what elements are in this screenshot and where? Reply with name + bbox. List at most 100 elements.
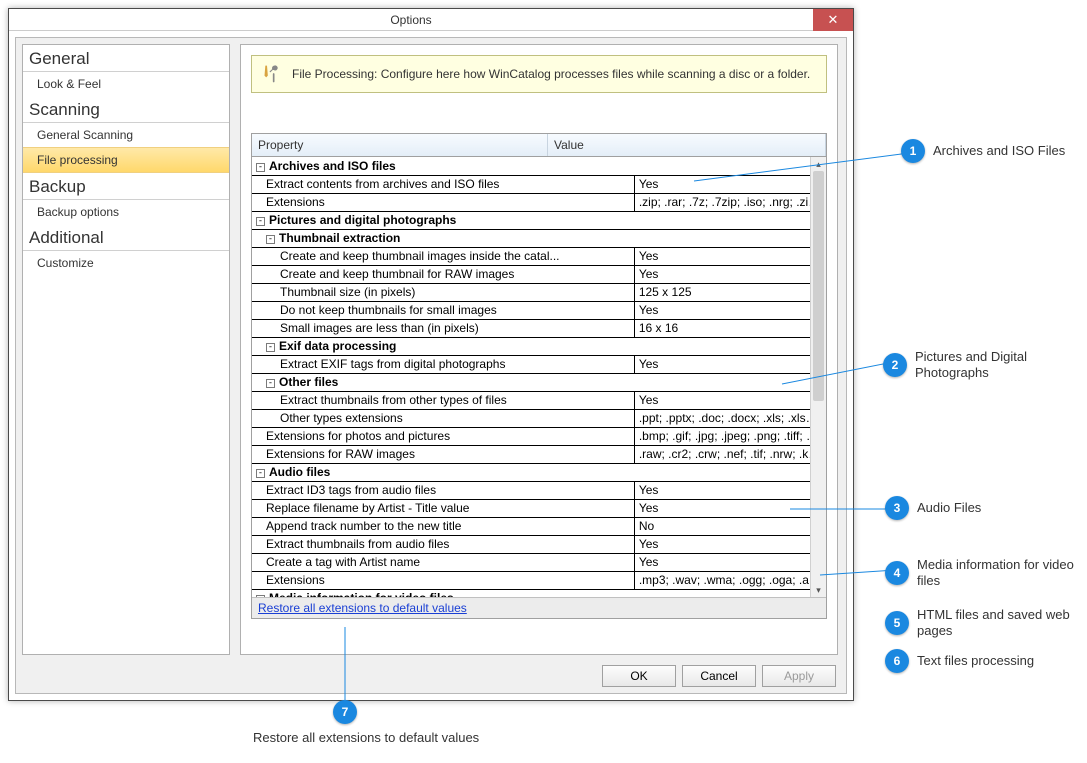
header-property[interactable]: Property <box>252 134 548 156</box>
grid-category-row[interactable]: -Other files <box>252 373 826 391</box>
grid-row[interactable]: Other types extensions.ppt; .pptx; .doc;… <box>252 409 826 427</box>
property-value[interactable]: .bmp; .gif; .jpg; .jpeg; .png; .tiff; .w… <box>634 427 825 445</box>
property-label: Extensions <box>252 571 634 589</box>
nav-sidebar: GeneralLook & FeelScanningGeneral Scanni… <box>22 44 230 655</box>
callout-pill: 6 <box>885 649 909 673</box>
info-text: File Processing: Configure here how WinC… <box>292 67 810 81</box>
callout-text: Text files processing <box>917 653 1034 669</box>
property-value[interactable]: Yes <box>634 175 825 193</box>
grid-row[interactable]: Extract ID3 tags from audio filesYes <box>252 481 826 499</box>
grid-category-row[interactable]: -Thumbnail extraction <box>252 229 826 247</box>
collapse-icon[interactable]: - <box>256 469 265 478</box>
property-label: Other types extensions <box>252 409 634 427</box>
property-value[interactable]: Yes <box>634 301 825 319</box>
header-value[interactable]: Value <box>548 134 826 156</box>
scroll-up-icon[interactable]: ▴ <box>811 157 826 171</box>
grid-category-row[interactable]: -Media information for video files <box>252 589 826 597</box>
scroll-down-icon[interactable]: ▾ <box>811 583 826 597</box>
content-panel: File Processing: Configure here how WinC… <box>240 44 838 655</box>
grid-row[interactable]: Create and keep thumbnail images inside … <box>252 247 826 265</box>
scrollbar[interactable]: ▴ ▾ <box>810 157 826 597</box>
nav-item[interactable]: General Scanning <box>23 123 229 147</box>
callout-text: Archives and ISO Files <box>933 143 1065 159</box>
collapse-icon[interactable]: - <box>266 343 275 352</box>
collapse-icon[interactable]: - <box>266 235 275 244</box>
property-label: Do not keep thumbnails for small images <box>252 301 634 319</box>
property-value[interactable]: .raw; .cr2; .crw; .nef; .tif; .nrw; .kdc… <box>634 445 825 463</box>
nav-item[interactable]: File processing <box>23 147 229 173</box>
grid-row[interactable]: Thumbnail size (in pixels)125 x 125 <box>252 283 826 301</box>
grid-category-row[interactable]: -Pictures and digital photographs <box>252 211 826 229</box>
collapse-icon[interactable]: - <box>256 217 265 226</box>
scroll-thumb[interactable] <box>813 171 824 401</box>
grid-row[interactable]: Extensions for RAW images.raw; .cr2; .cr… <box>252 445 826 463</box>
nav-item[interactable]: Look & Feel <box>23 72 229 96</box>
callout-text: Audio Files <box>917 500 981 516</box>
collapse-icon[interactable]: - <box>256 163 265 172</box>
grid-row[interactable]: Extract thumbnails from audio filesYes <box>252 535 826 553</box>
property-label: Create a tag with Artist name <box>252 553 634 571</box>
grid-row[interactable]: Extensions.mp3; .wav; .wma; .ogg; .oga; … <box>252 571 826 589</box>
grid-table: -Archives and ISO filesExtract contents … <box>252 157 826 597</box>
property-value[interactable]: .ppt; .pptx; .doc; .docx; .xls; .xlsx; .… <box>634 409 825 427</box>
options-dialog: Options ✕ GeneralLook & FeelScanningGene… <box>8 8 854 701</box>
nav-category: Additional <box>23 224 229 251</box>
dialog-buttons: OK Cancel Apply <box>602 665 836 687</box>
ok-button[interactable]: OK <box>602 665 676 687</box>
collapse-icon[interactable]: - <box>256 595 265 597</box>
grid-row[interactable]: Do not keep thumbnails for small imagesY… <box>252 301 826 319</box>
grid-row[interactable]: Extract thumbnails from other types of f… <box>252 391 826 409</box>
callout-6: 6 Text files processing <box>885 649 1034 673</box>
callout-text: Media information for video files <box>917 557 1077 588</box>
tools-icon <box>262 64 282 84</box>
property-value[interactable]: No <box>634 517 825 535</box>
nav-item[interactable]: Backup options <box>23 200 229 224</box>
apply-button[interactable]: Apply <box>762 665 836 687</box>
grid-row[interactable]: Create and keep thumbnail for RAW images… <box>252 265 826 283</box>
grid-category-row[interactable]: -Archives and ISO files <box>252 157 826 175</box>
grid-body: -Archives and ISO filesExtract contents … <box>252 157 826 597</box>
property-value[interactable]: .mp3; .wav; .wma; .ogg; .oga; .asf; .m4a… <box>634 571 825 589</box>
property-label: Create and keep thumbnail for RAW images <box>252 265 634 283</box>
nav-item[interactable]: Customize <box>23 251 229 275</box>
grid-row[interactable]: Extract contents from archives and ISO f… <box>252 175 826 193</box>
property-value[interactable]: Yes <box>634 535 825 553</box>
property-label: Thumbnail size (in pixels) <box>252 283 634 301</box>
grid-row[interactable]: Extract EXIF tags from digital photograp… <box>252 355 826 373</box>
grid-category-row[interactable]: -Exif data processing <box>252 337 826 355</box>
grid-category-row[interactable]: -Audio files <box>252 463 826 481</box>
close-button[interactable]: ✕ <box>813 9 853 31</box>
property-label: Extract contents from archives and ISO f… <box>252 175 634 193</box>
titlebar: Options ✕ <box>9 9 853 31</box>
property-label: Create and keep thumbnail images inside … <box>252 247 634 265</box>
property-value[interactable]: Yes <box>634 481 825 499</box>
property-label: Extract thumbnails from other types of f… <box>252 391 634 409</box>
property-value[interactable]: Yes <box>634 499 825 517</box>
property-value[interactable]: Yes <box>634 391 825 409</box>
property-value[interactable]: .zip; .rar; .7z; .7zip; .iso; .nrg; .zip… <box>634 193 825 211</box>
grid-row[interactable]: Append track number to the new titleNo <box>252 517 826 535</box>
property-value[interactable]: 125 x 125 <box>634 283 825 301</box>
grid-header: Property Value <box>252 134 826 157</box>
property-label: Extract thumbnails from audio files <box>252 535 634 553</box>
cancel-button[interactable]: Cancel <box>682 665 756 687</box>
property-grid: Property Value -Archives and ISO filesEx… <box>251 133 827 619</box>
grid-row[interactable]: Create a tag with Artist nameYes <box>252 553 826 571</box>
property-label: Append track number to the new title <box>252 517 634 535</box>
grid-row[interactable]: Extensions for photos and pictures.bmp; … <box>252 427 826 445</box>
grid-row[interactable]: Extensions.zip; .rar; .7z; .7zip; .iso; … <box>252 193 826 211</box>
grid-row[interactable]: Replace filename by Artist - Title value… <box>252 499 826 517</box>
property-value[interactable]: Yes <box>634 355 825 373</box>
property-label: Extensions for RAW images <box>252 445 634 463</box>
collapse-icon[interactable]: - <box>266 379 275 388</box>
property-value[interactable]: Yes <box>634 553 825 571</box>
restore-defaults-link[interactable]: Restore all extensions to default values <box>258 601 467 615</box>
close-icon: ✕ <box>828 12 839 28</box>
property-value[interactable]: Yes <box>634 265 825 283</box>
callout-2: 2 Pictures and Digital Photographs <box>883 349 1075 380</box>
window-title: Options <box>9 13 813 27</box>
property-value[interactable]: 16 x 16 <box>634 319 825 337</box>
callout-text: Pictures and Digital Photographs <box>915 349 1075 380</box>
property-value[interactable]: Yes <box>634 247 825 265</box>
grid-row[interactable]: Small images are less than (in pixels)16… <box>252 319 826 337</box>
